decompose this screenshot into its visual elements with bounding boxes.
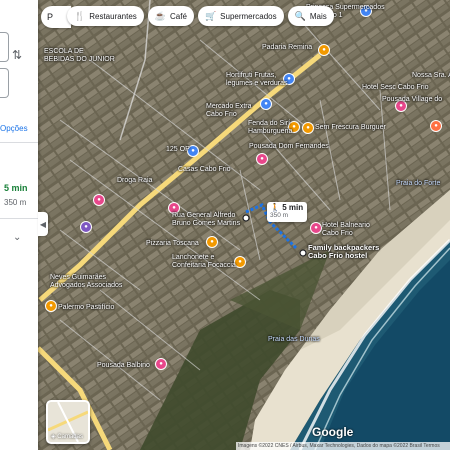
route-distance: 350 m <box>4 198 27 207</box>
collapse-panel-button[interactable]: ◀ <box>38 212 48 236</box>
destination-label[interactable]: Family backpackers Cabo Frio hostel <box>308 244 379 260</box>
layers-button[interactable]: ◈ Camadas <box>46 400 90 444</box>
origin-label[interactable]: Rua General Alfredo Bruno Gomes Martins <box>172 212 240 228</box>
chip-restaurantes[interactable]: 🍴 Restaurantes <box>67 6 144 26</box>
directions-panel: ⇅ Opções 5 min 350 m ⌄ <box>0 0 38 450</box>
hotel-pin-icon[interactable]: ● <box>256 153 268 165</box>
layers-icon: ◈ <box>51 434 56 440</box>
place-label[interactable]: Droga Raia <box>117 177 152 185</box>
divider <box>0 142 38 143</box>
map-canvas[interactable]: ● ● ● ● ● ● ● ● ● ● ● ● ● ● ● ● ● ● Pada… <box>0 0 450 450</box>
route-duration-callout[interactable]: 🚶 5 min 350 m <box>267 202 307 222</box>
category-chips: 🍴 Restaurantes ☕ Café 🛒 Supermercados 🔍 … <box>67 6 334 26</box>
chip-label: Restaurantes <box>89 11 137 21</box>
hotel-pin-icon[interactable]: ● <box>155 358 167 370</box>
place-label[interactable]: Hotel Sesc Cabo Frio <box>362 84 429 92</box>
map-attribution[interactable]: Imagens ©2022 CNES / Airbus, Maxar Techn… <box>236 442 450 450</box>
route-distance: 350 m <box>270 212 289 219</box>
place-label[interactable]: Lanchonete e Confeitaria Focaccia <box>172 254 236 270</box>
chip-label: Café <box>170 11 187 21</box>
place-label[interactable]: Hotel Balneario Cabo Frio <box>322 222 370 238</box>
restaurant-pin-icon[interactable]: ● <box>206 236 218 248</box>
chip-label: Supermercados <box>220 11 277 21</box>
chip-cafe[interactable]: ☕ Café <box>147 6 194 26</box>
shopping-cart-pin-icon[interactable]: ● <box>260 98 272 110</box>
place-label[interactable]: Neves Guimarães Advogados Associados <box>50 274 122 290</box>
cart-icon: 🛒 <box>204 10 217 21</box>
place-label[interactable]: Praia das Dunas <box>268 336 320 344</box>
chip-supermercados[interactable]: 🛒 Supermercados <box>197 6 284 26</box>
place-label[interactable]: ESCOLA DE BEBIDAS DO JUNIOR <box>44 48 115 64</box>
chevron-left-icon: ◀ <box>39 219 47 229</box>
google-logo: Google <box>312 425 354 439</box>
place-label[interactable]: Praia do Forte <box>396 180 440 188</box>
options-link[interactable]: Opções <box>0 124 38 133</box>
place-label[interactable]: Fenda do Sirí Hamburgueria <box>248 120 292 136</box>
layers-label: Camadas <box>57 434 83 440</box>
padaria-pin-icon[interactable]: ● <box>318 44 330 56</box>
origin-input[interactable] <box>0 32 9 62</box>
swap-vertical-icon[interactable]: ⇅ <box>12 48 50 62</box>
chip-mais[interactable]: 🔍 Mais <box>287 6 334 26</box>
place-label[interactable]: Pousada Balbino <box>97 362 150 370</box>
place-label[interactable]: Padaria Remina <box>262 44 312 52</box>
destination-input[interactable] <box>0 68 9 98</box>
place-label[interactable]: Pizzaria Toscana <box>146 240 199 248</box>
hotel-pin-icon[interactable]: ● <box>430 120 442 132</box>
place-label[interactable]: Palermo Pastifício <box>58 304 114 312</box>
route-time[interactable]: 5 min <box>4 183 42 193</box>
coffee-icon: ☕ <box>154 10 167 21</box>
place-label[interactable]: 125 OP <box>166 146 190 154</box>
hotel-pin-icon[interactable]: ● <box>93 194 105 206</box>
place-label[interactable]: Hortifruti Frutas, legumes e verduras <box>226 72 287 88</box>
place-label[interactable]: Casas Cabo Frio <box>178 166 231 174</box>
place-label[interactable]: Mercado Extra Cabo Frio <box>206 103 252 119</box>
education-pin-icon[interactable]: ● <box>80 221 92 233</box>
chip-label: Mais <box>309 11 327 21</box>
hotel-pin-icon[interactable]: ● <box>310 222 322 234</box>
restaurant-pin-icon[interactable]: ● <box>45 300 57 312</box>
walking-icon: 🚶 <box>270 203 280 212</box>
place-label[interactable]: Pousada Dom Fernandes <box>249 143 329 151</box>
place-label[interactable]: Sem Frescura Burguer <box>315 124 386 132</box>
place-label[interactable]: Pousada Village do <box>382 96 442 104</box>
restaurant-pin-icon[interactable]: ● <box>302 122 314 134</box>
fork-knife-icon: 🍴 <box>74 10 86 21</box>
place-label[interactable]: Nossa Sra. Apare <box>412 72 450 80</box>
divider <box>0 218 38 219</box>
search-icon: 🔍 <box>294 10 306 21</box>
route-time: 5 min <box>282 203 304 212</box>
